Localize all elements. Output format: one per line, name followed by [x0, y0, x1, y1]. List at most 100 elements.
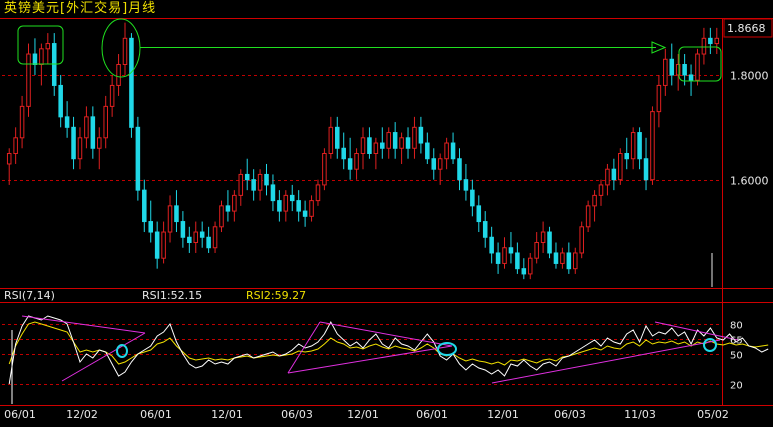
candle-body: [148, 221, 153, 233]
candle-body: [39, 48, 44, 65]
candle-body: [84, 116, 89, 139]
candle-body: [399, 137, 404, 149]
candle-body: [618, 153, 623, 181]
candle-body: [470, 189, 475, 207]
candle-body: [167, 205, 173, 233]
candle-body: [663, 58, 668, 86]
candle-body: [193, 231, 199, 244]
candle-body: [142, 189, 147, 223]
candle-body: [373, 142, 379, 155]
candle-body: [457, 158, 462, 181]
candle-body: [212, 226, 218, 249]
candle-body: [547, 231, 552, 254]
candle-body: [444, 142, 449, 160]
candle-body: [482, 221, 488, 238]
candle-body: [463, 179, 469, 191]
candle-body: [688, 74, 694, 81]
candle-body: [431, 158, 437, 170]
candle-body: [637, 132, 642, 160]
rsi2-value-label: RSI2:59.27: [246, 289, 307, 302]
x-tick-label: 05/02: [697, 408, 729, 421]
candle-body: [341, 147, 346, 160]
x-tick-label: 11/03: [624, 408, 656, 421]
candle-body: [71, 126, 76, 160]
rsi-tick-label: 65: [730, 336, 743, 347]
rsi1-value-label: RSI1:52.15: [142, 289, 203, 302]
candle-body: [367, 137, 372, 154]
candle-body: [206, 236, 211, 249]
x-tick-label: 06/03: [281, 408, 313, 421]
x-tick-label: 12/02: [66, 408, 98, 421]
rsi-indicator-label: RSI(7,14): [4, 289, 55, 302]
candle-body: [103, 105, 108, 139]
candle-body: [502, 247, 507, 264]
candle-body: [553, 252, 559, 264]
candle-body: [64, 116, 70, 128]
candle-body: [540, 231, 546, 244]
candle-body: [251, 179, 256, 191]
x-tick-label: 06/01: [140, 408, 172, 421]
chart-stage: 1.6000 1.8000 1.8668 20 50 65 80 06/01 12/02 06/0…: [0, 0, 773, 423]
candle-body: [624, 153, 629, 160]
candle-body: [219, 205, 224, 228]
candle-body: [77, 137, 83, 160]
candle-body: [45, 43, 51, 50]
candle-body: [643, 158, 649, 181]
candle-body: [174, 205, 179, 223]
candle-body: [97, 137, 102, 149]
candle-body: [161, 231, 166, 259]
candle-body: [701, 37, 707, 55]
candle-body: [495, 252, 501, 264]
candle-body: [347, 158, 353, 170]
candle-body: [521, 268, 527, 275]
candle-body: [354, 153, 359, 170]
candle-body: [592, 194, 597, 207]
x-tick-label: 06/01: [4, 408, 36, 421]
candle-body: [335, 126, 340, 149]
candle-body: [289, 194, 295, 202]
candle-body: [129, 37, 134, 128]
candle-body: [309, 200, 314, 217]
candle-body: [328, 126, 334, 155]
candle-body: [109, 84, 115, 107]
candle-body: [187, 236, 192, 244]
candle-body: [669, 58, 675, 76]
candle-body: [437, 158, 443, 170]
candle-body: [412, 126, 417, 149]
candle-body: [277, 200, 282, 212]
candle-body: [360, 137, 366, 154]
candle-body: [650, 111, 655, 181]
candle-body: [380, 142, 385, 149]
candle-body: [630, 132, 636, 160]
price-tick-label: 1.6000: [730, 175, 769, 188]
candle-body: [386, 132, 391, 149]
candle-body: [257, 173, 263, 191]
candle-body: [13, 137, 18, 154]
candle-body: [116, 64, 121, 86]
candle-body: [585, 205, 591, 228]
candle-body: [489, 236, 494, 254]
chart-title: 英镑美元[外汇交易]月线: [4, 1, 157, 16]
x-tick-label: 06/03: [554, 408, 586, 421]
candle-body: [605, 168, 610, 186]
candle-body: [296, 200, 301, 212]
candle-body: [450, 142, 456, 160]
candle-body: [656, 84, 662, 113]
candle-body: [560, 252, 565, 264]
candle-body: [302, 210, 308, 217]
candle-body: [180, 221, 186, 238]
candle-body: [392, 132, 398, 149]
x-tick-label: 12/01: [487, 408, 519, 421]
candle-body: [322, 153, 327, 186]
candle-body: [232, 194, 237, 212]
candle-body: [32, 53, 38, 65]
candle-body: [682, 64, 687, 76]
candle-body: [515, 252, 520, 270]
rsi-tick-label: 80: [730, 321, 743, 332]
forex-chart[interactable]: 1.6000 1.8000 1.8668 20 50 65 80 06/01 12/02 06/0…: [0, 0, 773, 423]
candle-body: [425, 142, 430, 160]
x-tick-label: 12/01: [347, 408, 379, 421]
candle-body: [6, 153, 12, 165]
candle-body: [695, 53, 700, 81]
candle-body: [566, 252, 572, 270]
